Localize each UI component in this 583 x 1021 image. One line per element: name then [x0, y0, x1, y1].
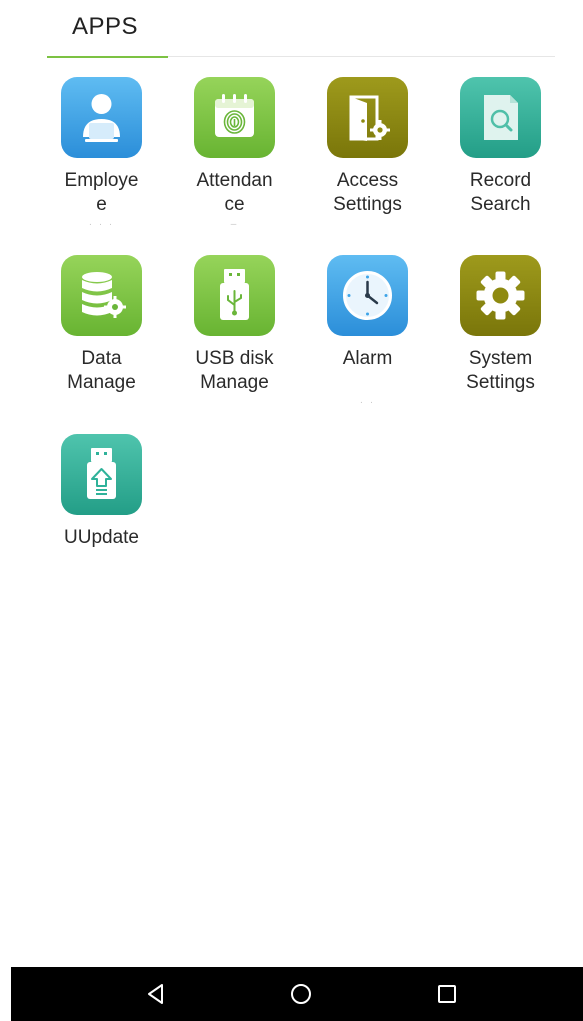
recents-button[interactable]	[432, 979, 462, 1009]
app-label: Attendan ce	[196, 170, 273, 215]
tab-apps[interactable]: APPS	[47, 0, 168, 58]
app-record-search[interactable]: Record Search	[434, 77, 567, 247]
app-attendance[interactable]: Attendan ce –	[168, 77, 301, 247]
usb-upload-icon	[61, 434, 142, 515]
tab-bar: APPS	[0, 0, 583, 58]
app-alarm[interactable]: Alarm · ·	[301, 255, 434, 425]
app-system-settings[interactable]: System Settings	[434, 255, 567, 425]
app-label-overflow: · · ·	[88, 219, 115, 230]
clock-icon	[327, 255, 408, 336]
app-employee[interactable]: Employe e · · ·	[35, 77, 168, 247]
database-gear-icon	[61, 255, 142, 336]
app-label-overflow: · ·	[359, 397, 376, 408]
app-label: UUpdate	[64, 527, 139, 548]
tab-apps-label: APPS	[72, 13, 139, 40]
app-data-manage[interactable]: Data Manage	[35, 255, 168, 425]
app-label: Data Manage	[67, 348, 136, 393]
app-label: USB disk Manage	[195, 348, 274, 393]
app-uupdate[interactable]: UUpdate	[35, 434, 168, 604]
navigation-bar	[11, 967, 583, 1021]
app-label: System Settings	[466, 348, 535, 393]
square-recents-icon	[438, 985, 456, 1003]
apps-screen: APPS Employe e · · · Attendan ce – Acces…	[0, 0, 583, 1021]
usb-drive-icon	[194, 255, 275, 336]
app-usb-disk-manage[interactable]: USB disk Manage	[168, 255, 301, 425]
app-access-settings[interactable]: Access Settings	[301, 77, 434, 247]
app-label: Access Settings	[333, 170, 402, 215]
app-label: Record Search	[469, 170, 532, 215]
app-label: Alarm	[342, 348, 393, 369]
back-button[interactable]	[142, 979, 172, 1009]
door-gear-icon	[327, 77, 408, 158]
tab-divider	[168, 56, 555, 57]
triangle-back-icon	[148, 984, 163, 1004]
app-label: Employe e	[64, 170, 139, 215]
fingerprint-calendar-icon	[194, 77, 275, 158]
app-label-overflow: –	[230, 219, 239, 230]
gear-icon	[460, 255, 541, 336]
circle-home-icon	[291, 984, 311, 1004]
document-search-icon	[460, 77, 541, 158]
home-button[interactable]	[286, 979, 316, 1009]
user-management-icon	[61, 77, 142, 158]
